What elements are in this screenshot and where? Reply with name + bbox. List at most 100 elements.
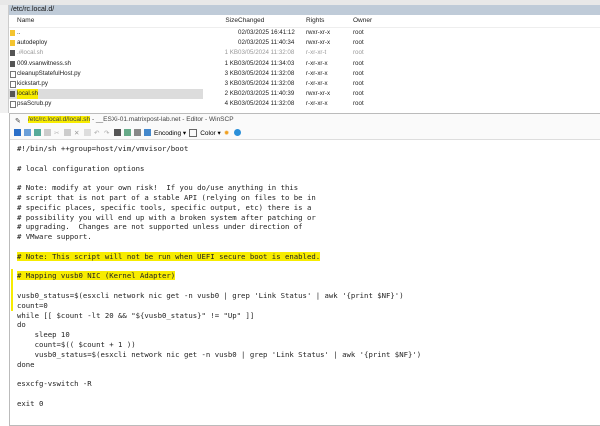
path-bar[interactable]: /etc/rc.local.d/ [9, 5, 600, 15]
file-row[interactable]: local.sh 2 KB 02/03/2025 11:40:39 rwxr-x… [9, 89, 600, 100]
file-rights: r-xr-xr-x [306, 80, 328, 87]
file-owner: root [353, 39, 364, 47]
goto-line-icon[interactable] [144, 129, 151, 136]
undo-icon[interactable]: ↶ [94, 129, 101, 137]
file-rights: r-xr-xr-x [306, 59, 328, 67]
code-line: count=0 [17, 300, 48, 310]
editor-toolbar: ✂ ✕ ↶ ↷ Encoding ▾ Color ▾ ✹ [10, 126, 600, 140]
editor-title-bar: ✎ /etc/rc.local.d/local.sh - __ESXi-01.m… [10, 114, 600, 126]
color-dropdown[interactable]: Color ▾ [200, 129, 221, 137]
file-owner: root [353, 80, 364, 87]
title-path: /etc/rc.local.d/local.sh [28, 116, 91, 123]
file-row[interactable]: .#local.sh 1 KB 03/05/2024 11:32:08 r-xr… [9, 48, 600, 58]
file-name: cleanupStatefulHost.py [17, 69, 81, 77]
file-size: 3 KB [224, 80, 238, 87]
exe-icon [10, 60, 15, 67]
file-name: kickstart.py [17, 80, 48, 87]
reload-icon[interactable] [34, 129, 41, 136]
file-row[interactable]: 009.vsanwitness.sh 1 KB 03/05/2024 11:34… [9, 59, 600, 69]
file-row[interactable]: psaScrub.py 4 KB 03/05/2024 11:32:08 r-x… [9, 99, 600, 109]
code-editor[interactable]: #!/bin/sh ++group=host/vim/vmvisor/boot #… [10, 141, 600, 425]
help-icon[interactable] [233, 129, 241, 136]
col-changed[interactable]: Changed [238, 15, 264, 27]
find-icon[interactable] [114, 129, 121, 136]
file-name: autodeploy [17, 39, 48, 47]
code-line: vusb0_status=$(esxcli network nic get -n… [17, 349, 422, 359]
file-icon [10, 70, 16, 78]
delete-icon[interactable]: ✕ [74, 129, 81, 137]
file-row[interactable]: kickstart.py 3 KB 03/05/2024 11:32:08 r-… [9, 79, 600, 89]
find-next-icon[interactable] [134, 129, 141, 136]
highlighted-text: # Note: This script will not be run when… [17, 251, 321, 261]
file-rights: rwxr-xr-x [306, 90, 331, 98]
code-line: # upgrading. Changes are not supported u… [17, 222, 303, 232]
code-line: # Mapping vusb0 NIC (Kernel Adapter) [17, 271, 600, 281]
file-size: 3 KB [224, 69, 238, 77]
file-owner: root [353, 29, 364, 36]
file-rights: r-xr-xr-x [306, 69, 328, 77]
code-line: done [17, 359, 35, 369]
code-line: # Note: modify at your own risk! If you … [17, 183, 299, 193]
file-changed: 03/05/2024 11:32:08 [238, 49, 295, 57]
file-owner: root [353, 59, 364, 67]
color-checkbox[interactable] [189, 128, 198, 137]
save-icon[interactable] [14, 129, 21, 136]
code-line: # possibility you will end up with a bro… [17, 212, 316, 222]
file-size: 1 KB [224, 59, 238, 67]
file-row[interactable]: .. 02/03/2025 16:41:12 rwxr-xr-x root [9, 28, 600, 38]
file-owner: root [353, 69, 364, 77]
file-size: 4 KB [224, 100, 238, 108]
code-line: do [17, 320, 26, 330]
copy-icon[interactable] [44, 129, 51, 136]
file-changed: 02/03/2025 16:41:12 [238, 29, 295, 36]
col-owner[interactable]: Owner [353, 15, 372, 27]
parent-folder-icon [10, 30, 15, 36]
replace-icon[interactable] [124, 129, 131, 136]
select-all-icon[interactable] [84, 129, 91, 136]
file-changed: 03/05/2024 11:34:03 [238, 59, 295, 67]
file-name: local.sh [17, 89, 38, 100]
file-icon [10, 81, 16, 88]
file-row[interactable]: autodeploy 02/03/2025 11:40:34 rwxr-xr-x… [9, 38, 600, 48]
file-owner: root [353, 49, 364, 57]
file-size: 1 KB [224, 49, 238, 57]
col-size[interactable]: Size [214, 15, 238, 27]
file-name: 009.vsanwitness.sh [17, 59, 71, 67]
file-size: 2 KB [224, 90, 238, 98]
code-line: count=$(( $count + 1 )) [17, 339, 136, 349]
code-line: vusb0_status=$(esxcli network nic get -n… [17, 290, 404, 300]
encoding-dropdown[interactable]: Encoding ▾ [154, 129, 186, 137]
paste-icon[interactable] [64, 129, 71, 136]
code-line: # Note: This script will not be run when… [17, 251, 600, 262]
folder-icon [10, 40, 15, 47]
redo-icon[interactable]: ↷ [104, 129, 111, 137]
col-rights[interactable]: Rights [306, 15, 324, 27]
code-line: # script that is not part of a stable AP… [17, 192, 316, 202]
code-line: esxcfg-vswitch -R [17, 379, 92, 389]
exe-icon [10, 50, 15, 57]
code-line: # specific places, specific tools, speci… [17, 202, 312, 212]
file-owner: root [353, 100, 364, 108]
left-panel-edge[interactable] [0, 5, 9, 113]
file-owner: root [353, 90, 364, 98]
file-row[interactable]: cleanupStatefulHost.py 3 KB 03/05/2024 1… [9, 69, 600, 79]
file-rights: r-xr-xr-x [306, 100, 328, 108]
highlighted-text: # Mapping vusb0 NIC (Kernel Adapter) [17, 271, 176, 281]
file-rights: rwxr-xr-x [306, 29, 331, 36]
file-changed: 03/05/2024 11:32:08 [238, 80, 295, 87]
settings-icon[interactable]: ✹ [224, 129, 231, 137]
save-all-icon[interactable] [24, 129, 31, 136]
col-name[interactable]: Name [17, 15, 34, 27]
code-line: # local configuration options [17, 163, 145, 173]
file-rights: rwxr-xr-x [306, 39, 331, 47]
code-line: exit 0 [17, 398, 44, 408]
code-line: sleep 10 [17, 330, 70, 340]
cut-icon[interactable]: ✂ [54, 129, 61, 137]
file-list-header: Name Size Changed Rights Owner [9, 15, 600, 28]
